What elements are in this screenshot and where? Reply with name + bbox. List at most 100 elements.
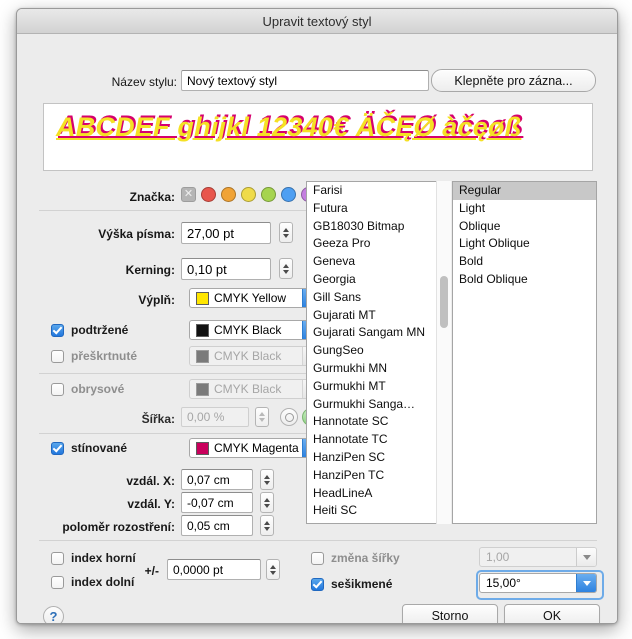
font-family-item[interactable]: Gujarati MT <box>307 307 448 325</box>
fill-color-popup[interactable]: CMYK Yellow <box>189 288 322 308</box>
font-size-stepper[interactable] <box>279 222 293 243</box>
marker-color-blue[interactable] <box>281 187 296 202</box>
shadow-color-popup[interactable]: CMYK Magenta <box>189 438 322 458</box>
help-button[interactable]: ? <box>43 606 64 623</box>
font-style-item[interactable]: Light <box>453 200 596 218</box>
underline-checkbox-row[interactable]: podtržené <box>51 323 128 337</box>
font-family-item[interactable]: Geneva <box>307 253 448 271</box>
outline-checkbox[interactable] <box>51 382 64 396</box>
chevron-down-icon <box>576 548 596 566</box>
shadow-offset-y-input[interactable]: -0,07 cm <box>181 492 253 513</box>
ok-button[interactable]: OK <box>504 604 600 623</box>
offset-label: +/- <box>144 564 159 578</box>
font-family-item[interactable]: Hannotate TC <box>307 431 448 449</box>
font-size-input[interactable]: 27,00 pt <box>181 222 271 244</box>
font-family-item-label: Heiti SC <box>313 503 358 518</box>
font-style-item[interactable]: Regular <box>453 182 596 200</box>
font-family-item[interactable]: Gurmukhi MT <box>307 378 448 396</box>
skew-checkbox-row[interactable]: sešikmené <box>311 577 392 591</box>
font-family-item[interactable]: HanziPen SC <box>307 449 448 467</box>
font-family-item-label: Hannotate SC <box>313 414 389 429</box>
width-change-combo: 1,00 <box>479 547 597 567</box>
shadow-offset-x-stepper[interactable] <box>260 469 274 490</box>
shadow-color-swatch <box>196 441 209 455</box>
outline-checkbox-row[interactable]: obrysové <box>51 382 124 396</box>
font-family-scrollbar[interactable] <box>436 181 451 524</box>
font-family-item[interactable]: Gurmukhi Sanga… <box>307 396 448 414</box>
font-family-item[interactable]: Farisi <box>307 182 448 200</box>
shadow-blur-input[interactable]: 0,05 cm <box>181 515 253 536</box>
font-style-item-label: Oblique <box>459 218 501 233</box>
shadow-offset-y-stepper[interactable] <box>260 492 274 513</box>
font-family-item[interactable]: Gill Sans <box>307 289 448 307</box>
underline-checkbox[interactable] <box>51 323 64 337</box>
font-style-item[interactable]: Bold <box>453 253 596 271</box>
marker-color-green[interactable] <box>261 187 276 202</box>
marker-color-red[interactable] <box>201 187 216 202</box>
font-family-item[interactable]: HeadLineA <box>307 485 448 503</box>
kerning-input[interactable]: 0,10 pt <box>181 258 271 280</box>
font-family-item[interactable]: Hannotate SC <box>307 413 448 431</box>
font-family-item-label: Futura <box>313 200 348 215</box>
preview-sample-text: ABCDEF ghijkl 12340€ ÄČĘØ àčęøß <box>56 112 522 142</box>
cancel-button[interactable]: Storno <box>402 604 498 623</box>
font-family-item-label: Heiti TC <box>313 521 356 523</box>
subscript-checkbox[interactable] <box>51 575 64 589</box>
superscript-checkbox[interactable] <box>51 551 64 565</box>
underline-color-value: CMYK Black <box>214 323 282 337</box>
record-style-button[interactable]: Klepněte pro zázna... <box>431 69 596 92</box>
shadow-checkbox[interactable] <box>51 441 64 455</box>
font-family-item[interactable]: Futura <box>307 200 448 218</box>
font-family-item[interactable]: GungSeo <box>307 342 448 360</box>
font-style-list[interactable]: Regular Light Oblique Light Oblique Bold Bold… <box>452 181 597 524</box>
offset-stepper[interactable] <box>266 559 280 580</box>
font-family-item[interactable]: Gujarati Sangam MN <box>307 324 448 342</box>
font-family-item-label: GungSeo <box>313 343 364 358</box>
shadow-checkbox-row[interactable]: stínované <box>51 441 127 455</box>
font-family-item[interactable]: Heiti SC <box>307 502 448 520</box>
kerning-stepper[interactable] <box>279 258 293 279</box>
font-family-item[interactable]: GB18030 Bitmap <box>307 218 448 236</box>
underline-color-popup[interactable]: CMYK Black <box>189 320 322 340</box>
width-change-checkbox-row[interactable]: změna šířky <box>311 551 400 565</box>
outline-width-input: 0,00 % <box>181 407 249 427</box>
font-family-item-label: Georgia <box>313 271 356 286</box>
strikethrough-checkbox-row[interactable]: přeškrtnuté <box>51 349 137 363</box>
style-preview: ABCDEF ghijkl 12340€ ÄČĘØ àčęøß <box>43 103 593 171</box>
marker-none-button[interactable]: ✕ <box>181 187 196 202</box>
width-change-checkbox[interactable] <box>311 551 324 565</box>
font-style-item[interactable]: Light Oblique <box>453 235 596 253</box>
width-change-value: 1,00 <box>486 550 510 564</box>
subscript-checkbox-row[interactable]: index dolní <box>51 575 134 589</box>
font-style-item[interactable]: Bold Oblique <box>453 271 596 289</box>
skew-checkbox[interactable] <box>311 577 324 591</box>
font-family-item[interactable]: HanziPen TC <box>307 467 448 485</box>
font-family-list[interactable]: Farisi Futura GB18030 Bitmap Geeza Pro Genev… <box>306 181 449 524</box>
font-family-list-items: Farisi Futura GB18030 Bitmap Geeza Pro Genev… <box>307 182 448 523</box>
shadow-blur-stepper[interactable] <box>260 515 274 536</box>
marker-color-yellow[interactable] <box>241 187 256 202</box>
dialog-titlebar[interactable]: Upravit textový styl <box>17 9 617 34</box>
font-size-label: Výška písma: <box>98 227 175 241</box>
underline-label: podtržené <box>71 323 129 337</box>
font-family-item[interactable]: Geeza Pro <box>307 235 448 253</box>
outline-mode-inner-button[interactable] <box>280 408 298 426</box>
skew-combo[interactable]: 15,00° <box>479 573 597 593</box>
font-family-item-label: HanziPen SC <box>313 449 386 464</box>
font-family-scroll-thumb[interactable] <box>440 276 448 328</box>
shadow-offset-x-input[interactable]: 0,07 cm <box>181 469 253 490</box>
kerning-label: Kerning: <box>125 263 175 277</box>
offset-input[interactable]: 0,0000 pt <box>167 559 261 580</box>
divider-3 <box>39 433 307 434</box>
marker-color-orange[interactable] <box>221 187 236 202</box>
font-family-item[interactable]: Gurmukhi MN <box>307 360 448 378</box>
outline-width-label: Šířka: <box>141 412 175 426</box>
strikethrough-label: přeškrtnuté <box>71 349 138 363</box>
font-style-item[interactable]: Oblique <box>453 218 596 236</box>
style-name-input[interactable]: Nový textový styl <box>181 70 429 91</box>
font-family-item[interactable]: Heiti TC <box>307 520 448 523</box>
superscript-checkbox-row[interactable]: index horní <box>51 551 136 565</box>
font-style-item-label: Bold Oblique <box>459 271 528 286</box>
font-family-item[interactable]: Georgia <box>307 271 448 289</box>
strikethrough-checkbox[interactable] <box>51 349 64 363</box>
